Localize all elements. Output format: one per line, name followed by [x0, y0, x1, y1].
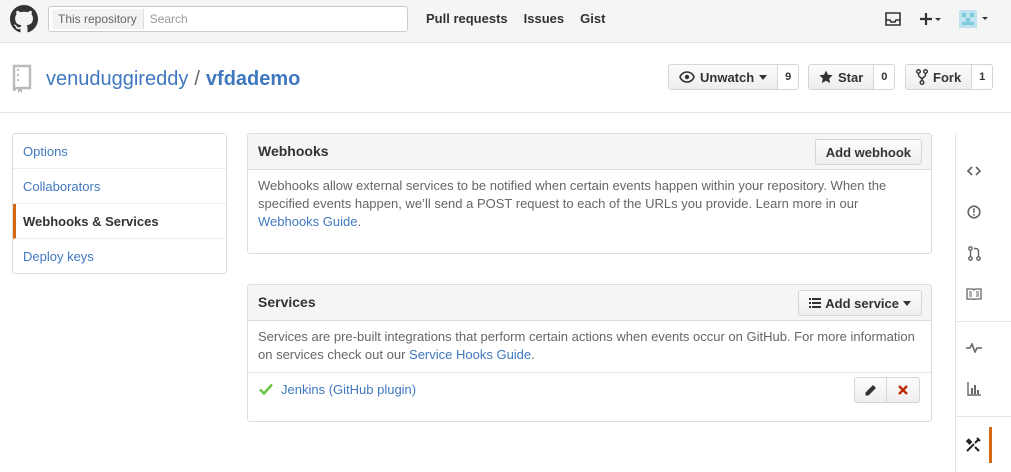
search-box: This repository [48, 6, 408, 32]
add-service-button[interactable]: Add service [798, 290, 922, 316]
webhooks-box: Webhooks Add webhook Webhooks allow exte… [247, 133, 932, 254]
menu-item-webhooks-services[interactable]: Webhooks & Services [13, 204, 226, 239]
star-count[interactable]: 0 [874, 64, 896, 90]
site-header: This repository Pull requests Issues Gis… [0, 0, 1011, 43]
repo-nav [955, 133, 1011, 472]
unwatch-button[interactable]: Unwatch [668, 64, 779, 90]
services-description-end: . [531, 347, 535, 362]
services-box: Services Add service Services are pre-bu… [247, 284, 932, 422]
repo-nav-issues[interactable] [956, 194, 992, 230]
pencil-icon [865, 384, 876, 395]
star-button[interactable]: Star [808, 64, 875, 90]
services-title: Services [258, 294, 316, 310]
repo-owner-link[interactable]: venuduggireddy [46, 68, 188, 91]
inbox-icon[interactable] [885, 12, 901, 26]
add-webhook-button[interactable]: Add webhook [814, 139, 922, 165]
repo-nav-pulse[interactable] [956, 330, 992, 366]
service-hooks-guide-link[interactable]: Service Hooks Guide [409, 347, 531, 362]
menu-item-options[interactable]: Options [13, 134, 226, 169]
edit-service-button[interactable] [854, 377, 887, 403]
fork-count[interactable]: 1 [972, 64, 994, 90]
header-nav: Pull requests Issues Gist [426, 11, 605, 26]
repo-nav-wiki[interactable] [956, 276, 992, 312]
x-icon [898, 385, 908, 395]
repo-separator: / [194, 67, 200, 90]
repo-nav-graphs[interactable] [956, 371, 992, 407]
unwatch-label: Unwatch [700, 69, 755, 85]
watch-count[interactable]: 9 [778, 64, 800, 90]
nav-gist[interactable]: Gist [580, 11, 605, 26]
service-jenkins-link[interactable]: Jenkins (GitHub plugin) [281, 382, 416, 397]
divider [0, 112, 1011, 113]
fork-icon [916, 69, 928, 85]
star-icon [819, 70, 833, 84]
repo-icon [12, 64, 32, 93]
repo-nav-code[interactable] [956, 153, 992, 189]
search-input[interactable] [149, 8, 350, 30]
star-group: Star 0 [808, 64, 896, 90]
repo-nav-pull-requests[interactable] [956, 235, 992, 271]
services-header: Services Add service [248, 285, 931, 321]
webhooks-description-text: Webhooks allow external services to be n… [258, 178, 887, 211]
webhooks-description: Webhooks allow external services to be n… [248, 170, 931, 239]
fork-button[interactable]: Fork [905, 64, 973, 90]
wiki-icon [966, 288, 982, 300]
pull-request-icon [967, 245, 981, 261]
settings-icon [965, 437, 981, 452]
pulse-icon [966, 343, 982, 353]
caret-down-icon [759, 74, 768, 80]
search-scope-label: This repository [52, 9, 144, 29]
webhooks-description-end: . [357, 214, 362, 229]
webhooks-header: Webhooks Add webhook [248, 134, 931, 170]
caret-down-icon [903, 300, 911, 306]
graphs-icon [967, 382, 981, 396]
repo-title: venuduggireddy / vfdademo [12, 63, 300, 95]
add-service-label: Add service [825, 295, 899, 311]
nav-pull-requests[interactable]: Pull requests [426, 11, 508, 26]
repo-nav-settings[interactable] [956, 427, 992, 463]
service-actions [854, 377, 920, 403]
list-icon [809, 298, 822, 308]
delete-service-button[interactable] [887, 377, 920, 403]
plus-dropdown-icon[interactable] [919, 11, 943, 27]
code-icon [967, 166, 981, 176]
repo-nav-divider [956, 321, 1011, 322]
eye-icon [679, 71, 695, 83]
settings-menu: Options Collaborators Webhooks & Service… [12, 133, 227, 274]
services-description: Services are pre-built integrations that… [248, 321, 931, 372]
watch-group: Unwatch 9 [668, 64, 800, 90]
webhooks-guide-link[interactable]: Webhooks Guide [258, 214, 358, 229]
repo-name-link[interactable]: vfdademo [206, 68, 300, 91]
issues-icon [967, 205, 981, 219]
star-label: Star [838, 69, 864, 85]
fork-label: Fork [933, 69, 962, 85]
check-icon [259, 383, 273, 395]
menu-item-collaborators[interactable]: Collaborators [13, 169, 226, 204]
fork-group: Fork 1 [905, 64, 994, 90]
repo-nav-divider [956, 416, 1011, 417]
nav-issues[interactable]: Issues [524, 11, 564, 26]
avatar[interactable] [957, 9, 993, 29]
menu-item-deploy-keys[interactable]: Deploy keys [13, 239, 226, 274]
github-logo[interactable] [10, 5, 38, 33]
services-description-text: Services are pre-built integrations that… [258, 329, 915, 362]
webhooks-title: Webhooks [258, 143, 329, 159]
service-row: Jenkins (GitHub plugin) [248, 372, 931, 408]
